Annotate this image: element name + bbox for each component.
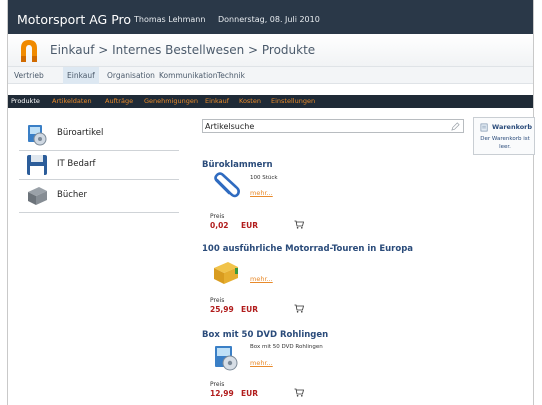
page-header: Einkauf > Internes Bestellwesen > Produk…: [8, 34, 533, 66]
book-icon[interactable]: [211, 258, 241, 288]
pencil-icon[interactable]: [451, 122, 460, 131]
subnav-kosten[interactable]: Kosten: [239, 97, 261, 105]
product-title[interactable]: Box mit 50 DVD Rohlingen: [202, 330, 328, 340]
cart-title: Warenkorb: [492, 123, 533, 131]
office-supplies-icon: [28, 125, 47, 146]
sub-nav: Produkte Artikeldaten Aufträge Genehmigu…: [8, 95, 533, 108]
company-logo-icon: [21, 40, 37, 62]
tab-organisation[interactable]: Organisation: [103, 70, 159, 81]
product-currency: EUR: [241, 221, 258, 230]
product-title[interactable]: Büroklammern: [202, 160, 273, 170]
product-description: Box mit 50 DVD Rohlingen: [250, 344, 323, 350]
nav-spacer: [8, 84, 533, 95]
category-label: Büroartikel: [57, 128, 104, 138]
product-price: 25,99: [210, 305, 234, 314]
user-name[interactable]: Thomas Lehmann: [134, 15, 205, 24]
price-label: Preis: [210, 297, 225, 304]
app-frame: Motorsport AG Pro Thomas Lehmann Donners…: [7, 0, 535, 405]
tab-technik[interactable]: Technik: [213, 70, 249, 81]
price-label: Preis: [210, 213, 225, 220]
product-more-link[interactable]: mehr...: [250, 359, 273, 367]
category-bueroartikel[interactable]: Büroartikel: [19, 119, 179, 151]
dvd-box-icon[interactable]: [211, 342, 241, 372]
category-buecher[interactable]: Bücher: [19, 180, 179, 213]
floppy-disk-icon: [27, 155, 47, 175]
price-label: Preis: [210, 381, 225, 388]
tab-kommunikation[interactable]: Kommunikation: [155, 70, 222, 81]
breadcrumb: Einkauf > Internes Bestellwesen > Produk…: [50, 43, 316, 57]
tab-vertrieb[interactable]: Vertrieb: [10, 70, 48, 81]
main-nav: Vertrieb Einkauf Organisation Kommunikat…: [8, 66, 533, 84]
product-price: 0,02: [210, 221, 229, 230]
product-description: 100 Stück: [250, 175, 278, 181]
search-input[interactable]: [205, 121, 445, 132]
subnav-produkte[interactable]: Produkte: [11, 97, 40, 105]
subnav-einkauf[interactable]: Einkauf: [205, 97, 229, 105]
product-currency: EUR: [241, 305, 258, 314]
add-to-cart-icon[interactable]: [294, 388, 304, 397]
product-more-link[interactable]: mehr...: [250, 275, 273, 283]
product-more-link[interactable]: mehr...: [250, 189, 273, 197]
app-title: Motorsport AG Pro: [17, 12, 132, 27]
shopping-cart-box[interactable]: Warenkorb Der Warenkorb ist leer.: [473, 117, 535, 155]
article-search: [202, 119, 464, 133]
tab-einkauf[interactable]: Einkauf: [63, 67, 99, 84]
category-label: IT Bedarf: [57, 159, 96, 169]
cart-status-text: Der Warenkorb ist leer.: [480, 136, 530, 150]
subnav-auftraege[interactable]: Aufträge: [105, 97, 133, 105]
subnav-artikeldaten[interactable]: Artikeldaten: [52, 97, 92, 105]
category-label: Bücher: [57, 190, 88, 200]
product-price: 12,99: [210, 389, 234, 398]
cart-document-icon: [480, 123, 488, 132]
add-to-cart-icon[interactable]: [294, 220, 304, 229]
category-it-bedarf[interactable]: IT Bedarf: [19, 151, 179, 180]
product-title[interactable]: 100 ausführliche Motorrad-Touren in Euro…: [202, 244, 413, 254]
paperclip-icon[interactable]: [211, 172, 241, 202]
subnav-genehmigungen[interactable]: Genehmigungen: [144, 97, 198, 105]
book-icon: [28, 187, 47, 205]
product-currency: EUR: [241, 389, 258, 398]
current-date: Donnerstag, 08. Juli 2010: [218, 15, 320, 24]
subnav-einstellungen[interactable]: Einstellungen: [271, 97, 315, 105]
top-bar: Motorsport AG Pro Thomas Lehmann Donners…: [8, 0, 533, 34]
add-to-cart-icon[interactable]: [294, 304, 304, 313]
